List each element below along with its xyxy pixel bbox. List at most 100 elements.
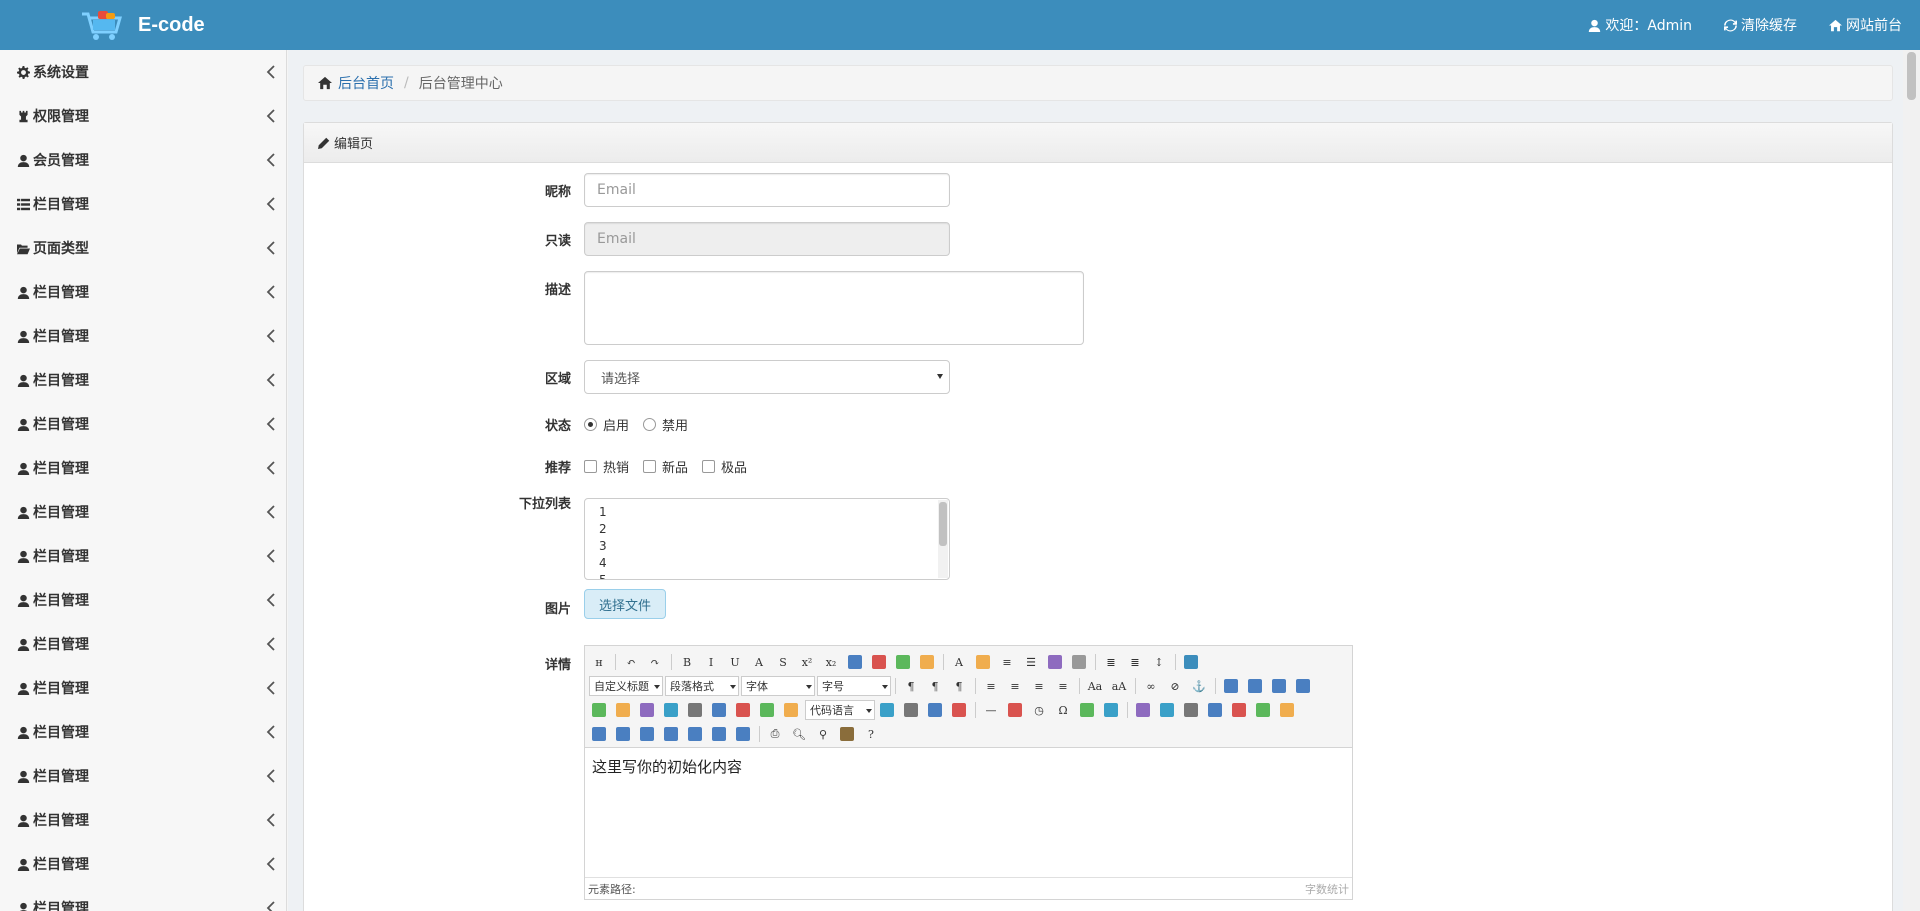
line-height-button[interactable]: ↕ [1149, 652, 1169, 672]
insert-tool-button-5[interactable] [709, 700, 729, 720]
search-replace-button[interactable]: ⚲ [813, 724, 833, 744]
insert-tool-button-6[interactable] [733, 700, 753, 720]
wordimage-button[interactable] [1077, 700, 1097, 720]
chevron-left-icon[interactable] [266, 329, 276, 343]
recommend-new-checkbox[interactable]: 新品 [643, 457, 688, 476]
anchor-button[interactable]: ⚓ [1189, 676, 1209, 696]
chevron-left-icon[interactable] [266, 285, 276, 299]
chevron-left-icon[interactable] [266, 197, 276, 211]
sidebar-item-11[interactable]: 栏目管理 [0, 534, 286, 578]
recommend-premium-checkbox[interactable]: 极品 [702, 457, 747, 476]
preview-button[interactable]: 🔍︎ [789, 724, 809, 744]
image-float-button-2[interactable] [1269, 676, 1289, 696]
redo-button[interactable]: ↷ [645, 652, 665, 672]
sidebar-item-17[interactable]: 栏目管理 [0, 798, 286, 842]
format-button-0[interactable]: B [677, 652, 697, 672]
help-button[interactable]: ? [861, 724, 881, 744]
table-tool-button-4[interactable] [1229, 700, 1249, 720]
format-button-3[interactable]: A [749, 652, 769, 672]
table-edit-button-5[interactable] [709, 724, 729, 744]
insert-tool-button-0[interactable] [589, 700, 609, 720]
chevron-left-icon[interactable] [266, 901, 276, 911]
insert-frame-button[interactable] [877, 700, 897, 720]
sidebar-item-7[interactable]: 栏目管理 [0, 358, 286, 402]
chevron-left-icon[interactable] [266, 505, 276, 519]
sidebar-item-14[interactable]: 栏目管理 [0, 666, 286, 710]
unlink-button[interactable]: ⊘ [1165, 676, 1185, 696]
list-item[interactable]: 3 [599, 538, 935, 555]
row-spacing-top-button[interactable]: ≣ [1101, 652, 1121, 672]
page-scroll-thumb[interactable] [1907, 52, 1916, 100]
image-float-button-3[interactable] [1293, 676, 1313, 696]
sidebar-item-8[interactable]: 栏目管理 [0, 402, 286, 446]
site-frontend-link[interactable]: 网站前台 [1829, 15, 1902, 35]
chevron-left-icon[interactable] [266, 373, 276, 387]
listbox-scrollbar[interactable] [938, 500, 948, 578]
status-enable-radio[interactable]: 启用 [584, 415, 629, 434]
char-button[interactable] [1045, 652, 1065, 672]
chevron-left-icon[interactable] [266, 681, 276, 695]
align-button-1[interactable]: ≡ [1005, 676, 1025, 696]
dropdown-listbox[interactable]: 1 2 3 4 5 [584, 498, 950, 580]
sidebar-item-5[interactable]: 栏目管理 [0, 270, 286, 314]
fullscreen-button[interactable] [1181, 652, 1201, 672]
checkbox[interactable] [702, 460, 716, 473]
insert-tool-button-8[interactable] [781, 700, 801, 720]
chevron-left-icon[interactable] [266, 813, 276, 827]
breadcrumb-home-link[interactable]: 后台首页 [318, 73, 394, 93]
time-button[interactable]: ◷ [1029, 700, 1049, 720]
chevron-left-icon[interactable] [266, 153, 276, 167]
sidebar-item-19[interactable]: 栏目管理 [0, 886, 286, 911]
table-edit-button-3[interactable] [661, 724, 681, 744]
toolbar-combo-0[interactable]: 自定义标题 [589, 676, 663, 696]
sidebar-item-6[interactable]: 栏目管理 [0, 314, 286, 358]
sidebar-item-9[interactable]: 栏目管理 [0, 446, 286, 490]
radio-button[interactable] [584, 418, 597, 431]
direction-button-2[interactable]: ¶ [949, 676, 969, 696]
page-scrollbar[interactable] [1903, 50, 1920, 911]
checkbox[interactable] [643, 460, 657, 473]
table-tool-button-6[interactable] [1277, 700, 1297, 720]
table-tool-button-0[interactable] [1133, 700, 1153, 720]
align-button-0[interactable]: ≡ [981, 676, 1001, 696]
recommend-hot-checkbox[interactable]: 热销 [584, 457, 629, 476]
list-item[interactable]: 1 [599, 504, 935, 521]
chevron-left-icon[interactable] [266, 769, 276, 783]
format-button-6[interactable]: x₂ [821, 652, 841, 672]
table-edit-button-1[interactable] [613, 724, 633, 744]
chevron-left-icon[interactable] [266, 241, 276, 255]
toolbar-combo-4[interactable]: 代码语言 [805, 700, 875, 720]
sidebar-item-2[interactable]: 会员管理 [0, 138, 286, 182]
chevron-left-icon[interactable] [266, 549, 276, 563]
background-button[interactable] [949, 700, 969, 720]
sidebar-item-10[interactable]: 栏目管理 [0, 490, 286, 534]
clear-cache-link[interactable]: 清除缓存 [1724, 15, 1797, 35]
table-tool-button-3[interactable] [1205, 700, 1225, 720]
table-edit-button-2[interactable] [637, 724, 657, 744]
insert-tool-button-3[interactable] [661, 700, 681, 720]
case-upper-button[interactable]: Aa [1085, 676, 1105, 696]
chevron-left-icon[interactable] [266, 637, 276, 651]
choose-file-button[interactable]: 选择文件 [584, 589, 666, 619]
toolbar-combo-1[interactable]: 段落格式 [665, 676, 739, 696]
table-edit-button-6[interactable] [733, 724, 753, 744]
radio-button[interactable] [643, 418, 657, 431]
sidebar-item-15[interactable]: 栏目管理 [0, 710, 286, 754]
chevron-left-icon[interactable] [266, 417, 276, 431]
insert-tool-button-4[interactable] [685, 700, 705, 720]
brand[interactable]: E-code [80, 8, 205, 42]
chevron-left-icon[interactable] [266, 725, 276, 739]
sidebar-item-1[interactable]: 权限管理 [0, 94, 286, 138]
list-item[interactable]: 2 [599, 521, 935, 538]
table-edit-button-4[interactable] [685, 724, 705, 744]
style-tool-button-1[interactable] [869, 652, 889, 672]
image-float-button-0[interactable] [1221, 676, 1241, 696]
sidebar-item-16[interactable]: 栏目管理 [0, 754, 286, 798]
style-tool-button-3[interactable] [917, 652, 937, 672]
undo-button[interactable]: ↶ [621, 652, 641, 672]
format-button-1[interactable]: I [701, 652, 721, 672]
image-float-button-1[interactable] [1245, 676, 1265, 696]
date-button[interactable] [1005, 700, 1025, 720]
region-select[interactable]: 请选择 [584, 360, 950, 394]
format-button-4[interactable]: S [773, 652, 793, 672]
